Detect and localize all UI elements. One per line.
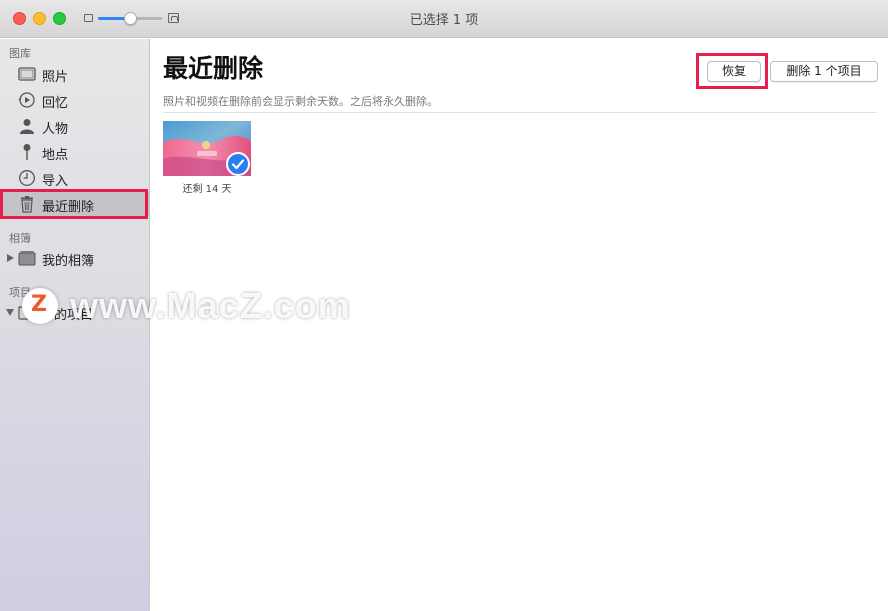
disclosure-triangle-icon[interactable] bbox=[6, 309, 14, 316]
highlight-recently-deleted bbox=[0, 189, 148, 219]
library-section-header: 图库 bbox=[9, 47, 31, 60]
page-title: 最近删除 bbox=[163, 54, 264, 83]
sidebar-item-photos[interactable]: 照片 bbox=[0, 61, 149, 87]
header-divider bbox=[163, 112, 877, 113]
watermark-text: www.MacZ.com bbox=[70, 285, 351, 326]
albums-section-header: 相簿 bbox=[9, 232, 31, 245]
person-icon bbox=[18, 117, 36, 135]
sidebar-item-people[interactable]: 人物 bbox=[0, 113, 149, 139]
thumbnail-caption: 还剩 14 天 bbox=[182, 184, 232, 195]
title-bar: 已选择 1 项 bbox=[0, 0, 888, 38]
sidebar-item-label: 回忆 bbox=[42, 96, 69, 111]
sidebar-item-label: 人物 bbox=[42, 122, 69, 137]
delete-items-button[interactable]: 删除 1 个项目 bbox=[770, 61, 878, 82]
pin-icon bbox=[18, 143, 36, 161]
photos-icon bbox=[18, 65, 36, 83]
sidebar-item-memories[interactable]: 回忆 bbox=[0, 87, 149, 113]
sidebar-item-places[interactable]: 地点 bbox=[0, 139, 149, 165]
window-title: 已选择 1 项 bbox=[409, 13, 479, 28]
sidebar-item-label: 地点 bbox=[42, 148, 69, 163]
sidebar-item-label: 照片 bbox=[42, 70, 69, 85]
watermark-logo: Z bbox=[22, 288, 58, 324]
watermark: Z www.MacZ.com bbox=[22, 285, 382, 328]
watermark-logo-letter: Z bbox=[31, 292, 47, 317]
memories-icon bbox=[18, 91, 36, 109]
page-subtitle: 照片和视频在删除前会显示剩余天数。之后将永久删除。 bbox=[163, 95, 438, 108]
sidebar-item-label: 导入 bbox=[42, 174, 69, 189]
sidebar-item-label: 我的相簿 bbox=[42, 254, 95, 269]
highlight-recover-button bbox=[696, 53, 768, 89]
sidebar-item-my-albums[interactable]: 我的相簿 bbox=[0, 245, 149, 271]
album-icon bbox=[18, 249, 36, 267]
selected-check-icon bbox=[226, 152, 250, 176]
clock-icon bbox=[18, 169, 36, 187]
disclosure-triangle-icon[interactable] bbox=[7, 254, 14, 262]
sidebar-item-imports[interactable]: 导入 bbox=[0, 165, 149, 191]
